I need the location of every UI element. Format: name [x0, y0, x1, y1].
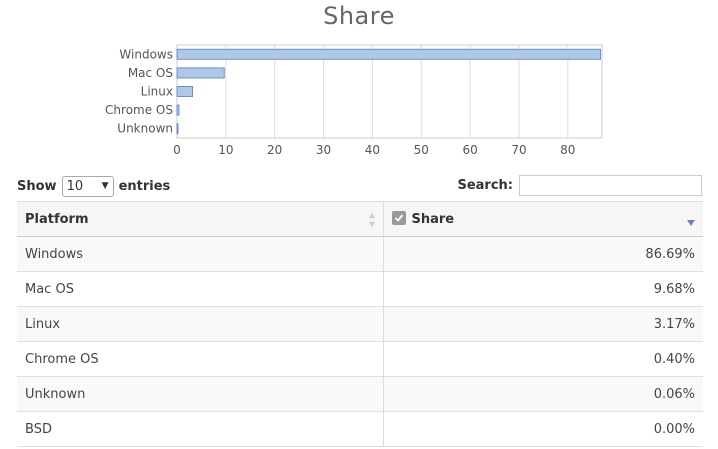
x-tick-label: 20: [267, 143, 282, 157]
x-tick-label: 80: [560, 143, 575, 157]
cell-platform: Mac OS: [17, 271, 383, 307]
entries-label: entries: [118, 178, 171, 194]
cell-share: 0.00%: [382, 411, 703, 447]
category-label: Windows: [119, 47, 173, 61]
cell-platform: Unknown: [17, 376, 383, 412]
category-label: Unknown: [117, 122, 173, 136]
cell-share: 3.17%: [382, 306, 703, 342]
data-table: Platform Share Windows 86.69% Mac OS 9.68% L…: [17, 201, 703, 447]
bar: [176, 123, 179, 135]
x-tick-label: 60: [462, 143, 477, 157]
entries-select[interactable]: 10 ▼: [61, 175, 114, 197]
cell-share: 0.06%: [382, 376, 703, 412]
table-row: BSD 0.00%: [17, 411, 703, 447]
sort-both-icon: [368, 213, 375, 227]
chart-title: Share: [323, 2, 395, 30]
column-header-label: Platform: [25, 211, 89, 227]
table-header-row: Platform Share: [17, 201, 703, 237]
cell-platform: Linux: [17, 306, 383, 342]
x-tick-label: 40: [365, 143, 380, 157]
cell-platform: Windows: [17, 236, 383, 272]
entries-select-value: 10: [66, 178, 84, 194]
cell-platform: BSD: [17, 411, 383, 447]
column-header-share[interactable]: Share: [382, 201, 703, 237]
category-label: Linux: [141, 85, 173, 99]
table-row: Unknown 0.06%: [17, 376, 703, 412]
column-header-platform[interactable]: Platform: [17, 201, 383, 237]
column-header-label: Share: [411, 212, 455, 227]
x-tick-label: 50: [414, 143, 429, 157]
x-tick-label: 70: [511, 143, 526, 157]
table-row: Linux 3.17%: [17, 306, 703, 342]
table-row: Windows 86.69%: [17, 236, 703, 272]
table-row: Chrome OS 0.40%: [17, 341, 703, 377]
checkbox-icon: [391, 211, 406, 225]
search-label: Search:: [457, 178, 513, 193]
category-label: Mac OS: [128, 66, 173, 80]
x-tick-label: 30: [316, 143, 331, 157]
bar: [176, 67, 225, 79]
search-input[interactable]: [519, 175, 702, 196]
bar: [176, 86, 193, 97]
x-tick-label: 0: [173, 143, 181, 157]
bar: [176, 48, 601, 60]
bar-chart: 0 10 20 30 40 50 60 70 80 Windows Mac OS Linux Chrom…: [105, 44, 603, 157]
bar: [176, 104, 180, 116]
cell-share: 86.69%: [382, 236, 703, 272]
search-control: Search:: [457, 175, 702, 196]
cell-share: 9.68%: [382, 271, 703, 307]
cell-share: 0.40%: [382, 341, 703, 377]
sort-desc-icon: [687, 220, 695, 226]
cell-platform: Chrome OS: [17, 341, 383, 377]
x-tick-label: 10: [218, 143, 233, 157]
show-label: Show: [17, 178, 57, 194]
table-row: Mac OS 9.68%: [17, 271, 703, 307]
chevron-down-icon: ▼: [101, 181, 109, 191]
category-label: Chrome OS: [105, 103, 173, 117]
length-control: Show 10 ▼ entries: [17, 175, 171, 197]
